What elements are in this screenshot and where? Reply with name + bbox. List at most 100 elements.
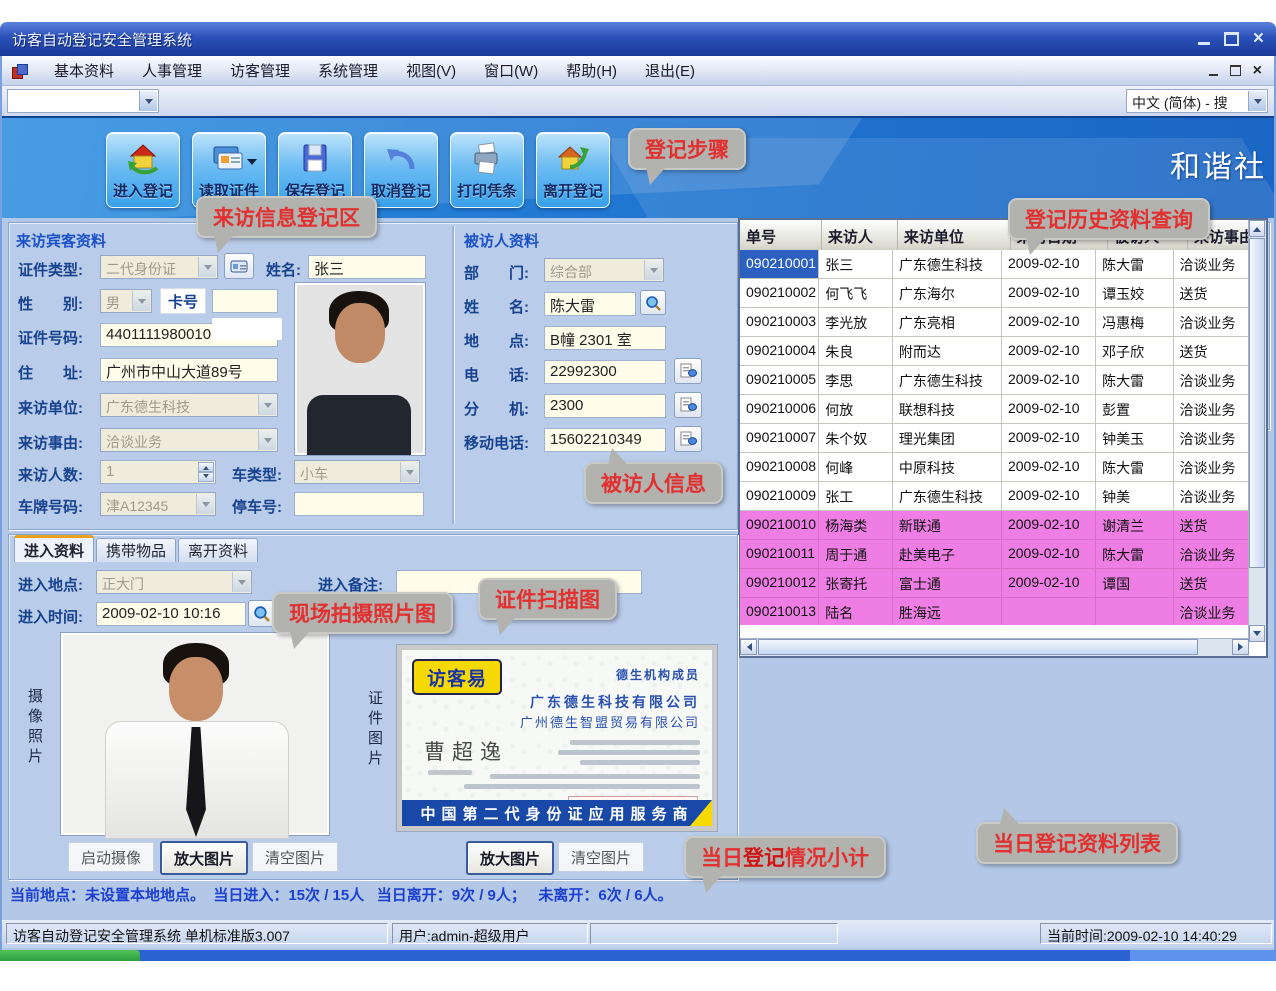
table-cell[interactable]: 090210004 [740, 337, 819, 365]
column-header[interactable]: 来访人 [822, 220, 898, 250]
table-row[interactable]: 090210008何峰中原科技2009-02-10陈大雷洽谈业务 [740, 453, 1249, 482]
enlarge-card-button[interactable]: 放大图片 [466, 841, 554, 875]
tab-carried-items[interactable]: 携带物品 [96, 538, 176, 562]
table-cell[interactable]: 送货 [1174, 511, 1250, 539]
menu-system[interactable]: 系统管理 [304, 56, 392, 85]
restore-icon[interactable] [1224, 32, 1239, 46]
table-cell[interactable]: 090210013 [740, 598, 819, 625]
location-input[interactable]: B幢 2301 室 [544, 326, 666, 350]
table-cell[interactable]: 理光集团 [893, 424, 1002, 452]
stepper-up-icon[interactable] [198, 462, 214, 472]
table-cell[interactable]: 2009-02-10 [1002, 395, 1096, 423]
table-row[interactable]: 090210002何飞飞广东海尔2009-02-10谭玉姣送货 [740, 279, 1249, 308]
table-cell[interactable]: 富士通 [893, 569, 1002, 597]
language-selector[interactable]: 中文 (简体) - 搜 [1126, 89, 1268, 113]
table-cell[interactable]: 何飞飞 [819, 279, 893, 307]
table-cell[interactable]: 洽谈业务 [1174, 308, 1250, 336]
table-cell[interactable]: 中原科技 [893, 453, 1002, 481]
table-cell[interactable]: 广东德生科技 [893, 250, 1002, 278]
table-cell[interactable]: 090210002 [740, 279, 819, 307]
entry-location-select[interactable]: 正大门 [96, 570, 252, 594]
table-cell[interactable]: 朱个奴 [819, 424, 893, 452]
enter-register-button[interactable]: 进入登记 [106, 132, 180, 208]
table-cell[interactable]: 洽谈业务 [1174, 424, 1250, 452]
table-row[interactable]: 090210011周于通赴美电子2009-02-10陈大雷洽谈业务 [740, 540, 1249, 569]
table-cell[interactable]: 朱良 [819, 337, 893, 365]
table-cell[interactable]: 广东德生科技 [893, 366, 1002, 394]
vertical-scroll-thumb[interactable] [1249, 238, 1265, 568]
table-cell[interactable]: 洽谈业务 [1174, 540, 1250, 568]
phone-input[interactable]: 22992300 [544, 360, 666, 384]
table-cell[interactable]: 邓子欣 [1096, 337, 1173, 365]
table-row[interactable]: 090210009张工广东德生科技2009-02-10钟美洽谈业务 [740, 482, 1249, 511]
table-row[interactable]: 090210004朱良附而达2009-02-10邓子欣送货 [740, 337, 1249, 366]
table-cell[interactable]: 送货 [1174, 337, 1250, 365]
cancel-register-button[interactable]: 取消登记 [364, 132, 438, 208]
table-cell[interactable]: 陈大雷 [1096, 540, 1173, 568]
scroll-right-icon[interactable] [1232, 639, 1249, 655]
table-cell[interactable]: 090210003 [740, 308, 819, 336]
table-cell[interactable]: 洽谈业务 [1174, 453, 1250, 481]
mdi-minimize-icon[interactable] [1209, 74, 1218, 76]
table-cell[interactable]: 090210011 [740, 540, 819, 568]
scroll-down-icon[interactable] [1249, 625, 1265, 642]
table-cell[interactable]: 张工 [819, 482, 893, 510]
table-cell[interactable]: 李光放 [819, 308, 893, 336]
table-cell[interactable]: 洽谈业务 [1174, 598, 1250, 625]
table-cell[interactable] [1096, 598, 1173, 625]
table-row[interactable]: 090210013陆名胜海远洽谈业务 [740, 598, 1249, 625]
table-cell[interactable]: 2009-02-10 [1002, 482, 1096, 510]
start-camera-button[interactable]: 启动摄像 [68, 842, 154, 872]
table-cell[interactable]: 090210008 [740, 453, 819, 481]
table-cell[interactable]: 2009-02-10 [1002, 337, 1096, 365]
enlarge-photo-button[interactable]: 放大图片 [160, 841, 248, 875]
table-cell[interactable]: 洽谈业务 [1174, 482, 1250, 510]
table-cell[interactable]: 陈大雷 [1096, 250, 1173, 278]
table-cell[interactable]: 何峰 [819, 453, 893, 481]
table-cell[interactable]: 送货 [1174, 569, 1250, 597]
table-row[interactable]: 090210007朱个奴理光集团2009-02-10钟美玉洽谈业务 [740, 424, 1249, 453]
tab-leave-info[interactable]: 离开资料 [178, 538, 258, 562]
tab-entry-info[interactable]: 进入资料 [14, 535, 94, 562]
table-cell[interactable]: 李思 [819, 366, 893, 394]
table-cell[interactable]: 谢清兰 [1096, 511, 1173, 539]
print-receipt-button[interactable]: 打印凭条 [450, 132, 524, 208]
table-cell[interactable]: 陈大雷 [1096, 453, 1173, 481]
scroll-up-icon[interactable] [1249, 220, 1265, 237]
table-cell[interactable]: 090210007 [740, 424, 819, 452]
menu-hr[interactable]: 人事管理 [128, 56, 216, 85]
table-cell[interactable]: 钟美玉 [1096, 424, 1173, 452]
table-cell[interactable]: 洽谈业务 [1174, 250, 1250, 278]
cert-type-select[interactable]: 二代身份证 [100, 255, 218, 279]
table-row[interactable]: 090210001张三广东德生科技2009-02-10陈大雷洽谈业务 [740, 250, 1249, 279]
address-input[interactable]: 广州市中山大道89号 [100, 358, 278, 382]
table-cell[interactable]: 钟美 [1096, 482, 1173, 510]
column-header[interactable]: 单号 [740, 220, 822, 250]
clear-photo-button[interactable]: 清空图片 [252, 842, 338, 872]
table-cell[interactable]: 张三 [819, 250, 893, 278]
parking-input[interactable] [294, 492, 424, 516]
menu-exit[interactable]: 退出(E) [631, 56, 709, 85]
table-row[interactable]: 090210010杨海类新联通2009-02-10谢清兰送货 [740, 511, 1249, 540]
table-row[interactable]: 090210005李思广东德生科技2009-02-10陈大雷洽谈业务 [740, 366, 1249, 395]
table-cell[interactable]: 广东德生科技 [893, 482, 1002, 510]
vertical-scrollbar[interactable] [1248, 220, 1266, 642]
table-cell[interactable]: 新联通 [893, 511, 1002, 539]
table-cell[interactable]: 2009-02-10 [1002, 366, 1096, 394]
table-cell[interactable]: 陈大雷 [1096, 366, 1173, 394]
stepper-down-icon[interactable] [198, 472, 214, 482]
table-cell[interactable]: 谭玉姣 [1096, 279, 1173, 307]
table-cell[interactable]: 附而达 [893, 337, 1002, 365]
table-row[interactable]: 090210012张寄托富士通2009-02-10谭国送货 [740, 569, 1249, 598]
table-cell[interactable]: 广东海尔 [893, 279, 1002, 307]
gender-select[interactable]: 男 [100, 289, 152, 313]
company-select[interactable]: 广东德生科技 [100, 393, 278, 417]
table-cell[interactable]: 090210009 [740, 482, 819, 510]
table-cell[interactable]: 谭国 [1096, 569, 1173, 597]
visitor-count-stepper[interactable]: 1 [100, 460, 216, 484]
entry-time-picker-button[interactable] [248, 600, 275, 627]
leave-register-button[interactable]: 离开登记 [536, 132, 610, 208]
table-cell[interactable]: 090210005 [740, 366, 819, 394]
reason-select[interactable]: 洽谈业务 [100, 428, 278, 452]
mobile-dial-button[interactable] [674, 426, 702, 452]
